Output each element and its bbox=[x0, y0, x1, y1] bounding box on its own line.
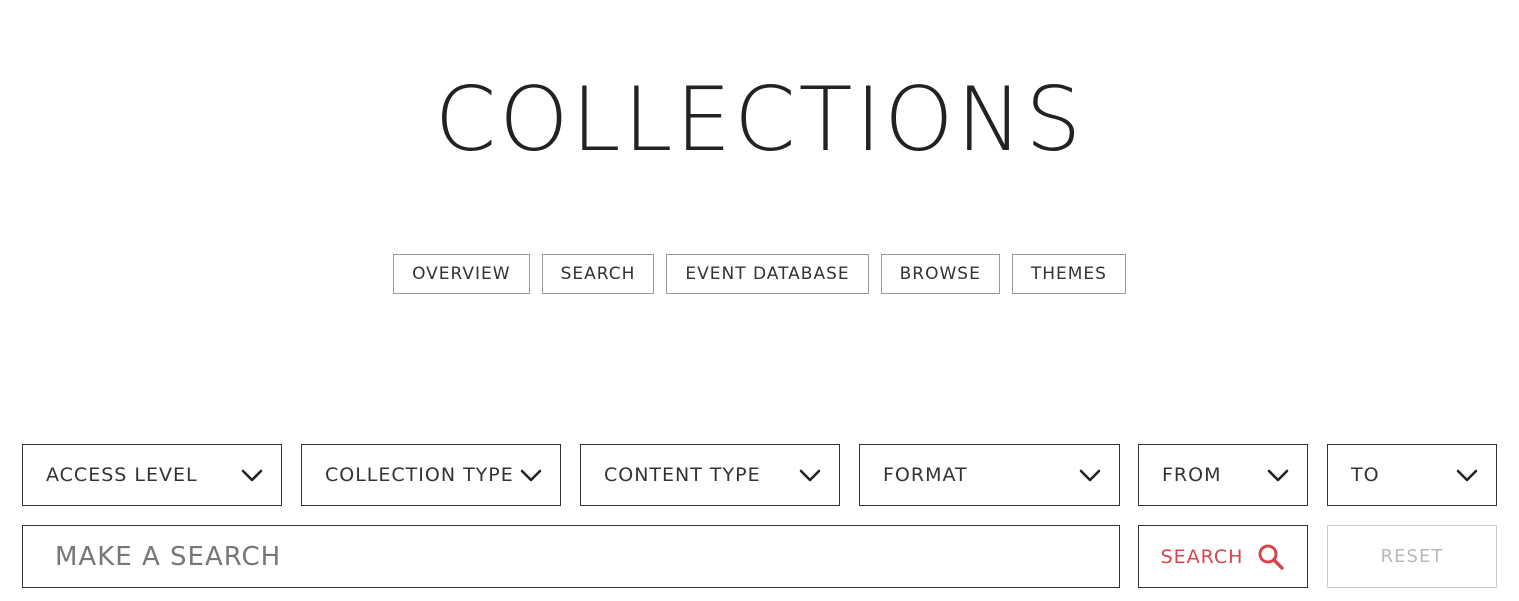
search-button[interactable]: SEARCH bbox=[1138, 525, 1308, 588]
from-select[interactable]: FROM bbox=[1138, 444, 1308, 506]
collection-type-label: COLLECTION TYPE bbox=[325, 464, 514, 486]
content-type-select[interactable]: CONTENT TYPE bbox=[580, 444, 840, 506]
from-label: FROM bbox=[1162, 464, 1222, 486]
content-type-label: CONTENT TYPE bbox=[604, 464, 761, 486]
collection-type-select[interactable]: COLLECTION TYPE bbox=[301, 444, 561, 506]
search-input[interactable] bbox=[23, 526, 1119, 587]
collections-page: COLLECTIONS OVERVIEW SEARCH EVENT DATABA… bbox=[0, 0, 1519, 601]
nav-browse-button[interactable]: BROWSE bbox=[880, 254, 1000, 294]
reset-button[interactable]: RESET bbox=[1327, 525, 1497, 588]
chevron-down-icon bbox=[520, 469, 542, 482]
access-level-select[interactable]: ACCESS LEVEL bbox=[22, 444, 282, 506]
to-label: TO bbox=[1351, 464, 1380, 486]
chevron-down-icon bbox=[799, 469, 821, 482]
chevron-down-icon bbox=[1267, 469, 1289, 482]
to-select[interactable]: TO bbox=[1327, 444, 1497, 506]
nav-search-button[interactable]: SEARCH bbox=[541, 254, 655, 294]
search-button-label: SEARCH bbox=[1160, 545, 1244, 568]
nav-event-database-button[interactable]: EVENT DATABASE bbox=[666, 254, 869, 294]
chevron-down-icon bbox=[1079, 469, 1101, 482]
magnifier-icon bbox=[1258, 544, 1285, 570]
page-title: COLLECTIONS bbox=[434, 68, 1085, 171]
nav-themes-button[interactable]: THEMES bbox=[1011, 254, 1126, 294]
collections-nav: OVERVIEW SEARCH EVENT DATABASE BROWSE TH… bbox=[0, 254, 1519, 294]
format-select[interactable]: FORMAT bbox=[859, 444, 1120, 506]
chevron-down-icon bbox=[241, 469, 263, 482]
search-field-container bbox=[22, 525, 1120, 588]
chevron-down-icon bbox=[1456, 469, 1478, 482]
format-label: FORMAT bbox=[883, 464, 968, 486]
access-level-label: ACCESS LEVEL bbox=[46, 464, 198, 486]
nav-overview-button[interactable]: OVERVIEW bbox=[393, 254, 530, 294]
